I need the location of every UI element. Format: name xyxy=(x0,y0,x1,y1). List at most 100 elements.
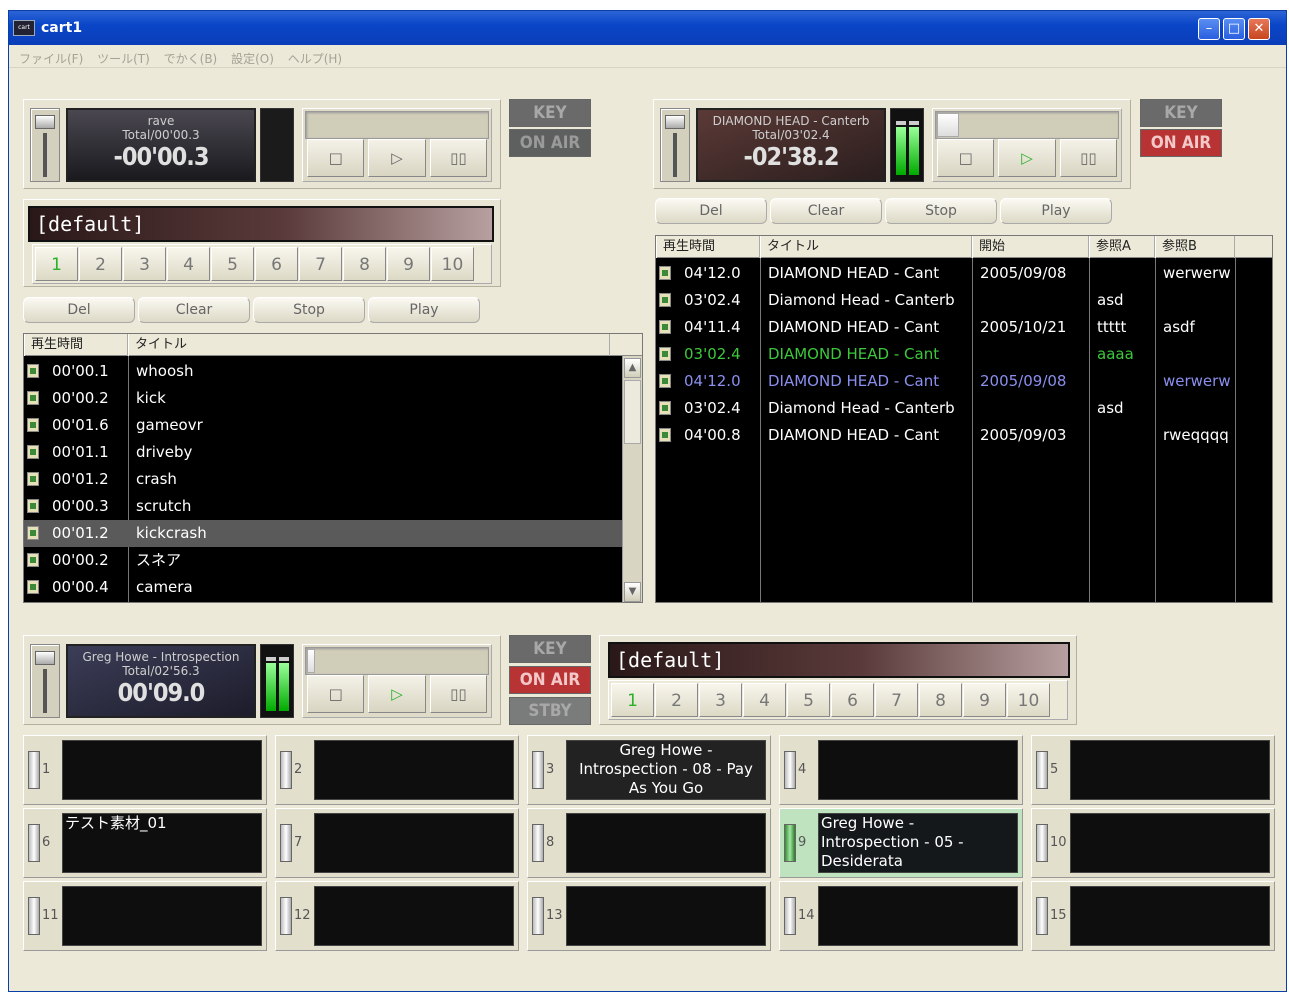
table-row[interactable]: 03'02.4 Diamond Head - Canterb asd xyxy=(656,287,1272,314)
play-button[interactable]: ▷ xyxy=(368,675,426,713)
right-play-button[interactable]: Play xyxy=(1000,198,1112,224)
cart-slot-14[interactable]: 14 xyxy=(779,881,1023,951)
list-item-selected[interactable]: 00'01.2 kickcrash xyxy=(24,520,622,547)
table-row[interactable]: 04'11.4 DIAMOND HEAD - Cant 2005/10/21 tttt… xyxy=(656,314,1272,341)
page-5-button[interactable]: 5 xyxy=(211,247,254,281)
page-9-button[interactable]: 9 xyxy=(387,247,430,281)
col-title[interactable]: タイトル xyxy=(128,334,610,356)
menu-big[interactable]: でかく(B) xyxy=(164,50,218,67)
page-3-button[interactable]: 3 xyxy=(123,247,166,281)
pause-button[interactable]: ▯▯ xyxy=(429,675,487,713)
close-button[interactable]: ✕ xyxy=(1248,18,1270,40)
page-7-button[interactable]: 7 xyxy=(299,247,342,281)
player-c-fader[interactable] xyxy=(30,644,60,718)
page-1-button[interactable]: 1 xyxy=(611,683,654,717)
page-10-button[interactable]: 10 xyxy=(431,247,474,281)
play-button[interactable]: ▷ xyxy=(998,139,1056,177)
player-a-position-bar[interactable] xyxy=(305,111,489,139)
table-row[interactable]: 04'12.0 DIAMOND HEAD - Cant 2005/09/08 werw… xyxy=(656,260,1272,287)
player-c-onair-tag[interactable]: ON AIR xyxy=(509,666,591,694)
left-play-button[interactable]: Play xyxy=(368,297,480,323)
page-2-button[interactable]: 2 xyxy=(655,683,698,717)
page-3-button[interactable]: 3 xyxy=(699,683,742,717)
cart-slot-10[interactable]: 10 xyxy=(1031,808,1275,878)
position-thumb[interactable] xyxy=(937,113,959,137)
list-item[interactable]: 00'00.4 camera xyxy=(24,574,622,601)
menu-tools[interactable]: ツール(T) xyxy=(97,50,150,67)
pause-button[interactable]: ▯▯ xyxy=(429,139,487,177)
page-9-button[interactable]: 9 xyxy=(963,683,1006,717)
page-5-button[interactable]: 5 xyxy=(787,683,830,717)
cart-slot-9[interactable]: 9 Greg Howe - Introspection - 05 - Deside… xyxy=(779,808,1023,878)
cart-slot-5[interactable]: 5 xyxy=(1031,735,1275,805)
table-row[interactable]: 03'02.4 Diamond Head - Canterb asd xyxy=(656,395,1272,422)
position-thumb[interactable] xyxy=(307,649,315,673)
page-4-button[interactable]: 4 xyxy=(743,683,786,717)
cart-slot-8[interactable]: 8 xyxy=(527,808,771,878)
list-item[interactable]: 00'00.2 kick xyxy=(24,385,622,412)
col-ref-b[interactable]: 参照B xyxy=(1155,236,1235,258)
table-row-playing[interactable]: 03'02.4 DIAMOND HEAD - Cant aaaa xyxy=(656,341,1272,368)
left-del-button[interactable]: Del xyxy=(23,297,135,323)
cart-slot-3[interactable]: 3 Greg Howe - Introspection - 08 - Pay As… xyxy=(527,735,771,805)
page-10-button[interactable]: 10 xyxy=(1007,683,1050,717)
left-clear-button[interactable]: Clear xyxy=(138,297,250,323)
cart-slot-6[interactable]: 6 テスト素材_01 xyxy=(23,808,267,878)
cart-slot-2[interactable]: 2 xyxy=(275,735,519,805)
scroll-up-button[interactable]: ▲ xyxy=(624,358,641,378)
left-stop-button[interactable]: Stop xyxy=(253,297,365,323)
menu-help[interactable]: ヘルプ(H) xyxy=(288,50,342,67)
pause-button[interactable]: ▯▯ xyxy=(1059,139,1117,177)
col-ref-a[interactable]: 参照A xyxy=(1089,236,1155,258)
right-stop-button[interactable]: Stop xyxy=(885,198,997,224)
menu-settings[interactable]: 設定(O) xyxy=(231,50,274,67)
stop-button[interactable]: □ xyxy=(307,139,365,177)
player-c-stby-tag[interactable]: STBY xyxy=(509,697,591,725)
stop-button[interactable]: □ xyxy=(937,139,995,177)
player-c-key-tag[interactable]: KEY xyxy=(509,635,591,663)
cart-slot-12[interactable]: 12 xyxy=(275,881,519,951)
page-7-button[interactable]: 7 xyxy=(875,683,918,717)
title-bar[interactable]: cart cart1 – □ ✕ xyxy=(9,11,1286,45)
table-row[interactable]: 04'00.8 DIAMOND HEAD - Cant 2005/09/03 rweq… xyxy=(656,422,1272,449)
page-8-button[interactable]: 8 xyxy=(343,247,386,281)
page-6-button[interactable]: 6 xyxy=(255,247,298,281)
scroll-thumb[interactable] xyxy=(624,380,641,444)
player-c-position-bar[interactable] xyxy=(305,647,489,675)
col-play-time[interactable]: 再生時間 xyxy=(656,236,760,258)
player-b-key-tag[interactable]: KEY xyxy=(1140,99,1222,127)
menu-file[interactable]: ファイル(F) xyxy=(19,50,83,67)
player-b-onair-tag[interactable]: ON AIR xyxy=(1140,129,1222,157)
list-item[interactable]: 00'01.6 gameovr xyxy=(24,412,622,439)
player-a-onair-tag[interactable]: ON AIR xyxy=(509,129,591,157)
col-play-time[interactable]: 再生時間 xyxy=(24,334,128,356)
col-title[interactable]: タイトル xyxy=(760,236,972,258)
player-a-key-tag[interactable]: KEY xyxy=(509,99,591,127)
list-item[interactable]: 00'00.2 スネア xyxy=(24,547,622,574)
scroll-down-button[interactable]: ▼ xyxy=(624,582,641,602)
cart-slot-13[interactable]: 13 xyxy=(527,881,771,951)
stop-button[interactable]: □ xyxy=(307,675,365,713)
right-del-button[interactable]: Del xyxy=(655,198,767,224)
play-button[interactable]: ▷ xyxy=(368,139,426,177)
player-b-fader[interactable] xyxy=(660,108,690,182)
minimize-button[interactable]: – xyxy=(1198,18,1220,40)
page-2-button[interactable]: 2 xyxy=(79,247,122,281)
list-item[interactable]: 00'00.3 scrutch xyxy=(24,493,622,520)
list-item[interactable]: 00'01.1 driveby xyxy=(24,439,622,466)
list-item[interactable]: 00'00.1 whoosh xyxy=(24,358,622,385)
page-1-button[interactable]: 1 xyxy=(35,247,78,281)
right-clear-button[interactable]: Clear xyxy=(770,198,882,224)
cart-slot-11[interactable]: 11 xyxy=(23,881,267,951)
page-8-button[interactable]: 8 xyxy=(919,683,962,717)
maximize-button[interactable]: □ xyxy=(1223,18,1245,40)
player-b-position-bar[interactable] xyxy=(935,111,1119,139)
col-start[interactable]: 開始 xyxy=(972,236,1089,258)
table-row-next[interactable]: 04'12.0 DIAMOND HEAD - Cant 2005/09/08 werw… xyxy=(656,368,1272,395)
page-6-button[interactable]: 6 xyxy=(831,683,874,717)
cart-slot-4[interactable]: 4 xyxy=(779,735,1023,805)
player-a-fader[interactable] xyxy=(30,108,60,182)
cart-slot-1[interactable]: 1 xyxy=(23,735,267,805)
list-item[interactable]: 00'01.2 crash xyxy=(24,466,622,493)
cart-slot-15[interactable]: 15 xyxy=(1031,881,1275,951)
